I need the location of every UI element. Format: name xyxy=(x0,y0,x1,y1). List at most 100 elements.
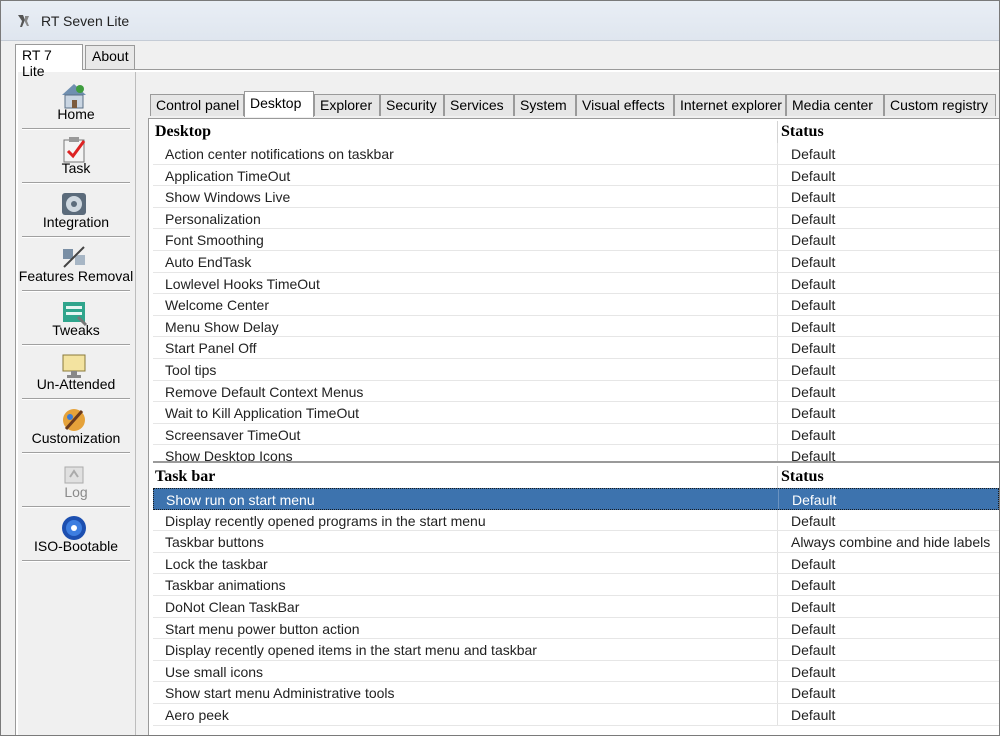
column-header-status[interactable]: Status xyxy=(781,123,824,141)
column-divider xyxy=(777,704,778,725)
column-header-name[interactable]: Task bar xyxy=(155,468,215,486)
sidebar-item-task[interactable]: Task xyxy=(18,130,134,184)
setting-name: Show Desktop Icons xyxy=(165,448,293,463)
sidebar-item-integration[interactable]: Integration xyxy=(18,184,134,238)
column-divider xyxy=(777,272,778,294)
table-row[interactable]: Font Smoothing Default xyxy=(153,229,999,251)
desktop-settings-grid[interactable]: Desktop Status Action center notificatio… xyxy=(153,121,999,463)
taskbar-settings-grid[interactable]: Task bar Status Show run on start menu De… xyxy=(153,466,999,735)
table-row[interactable]: Wait to Kill Application TimeOut Default xyxy=(153,402,999,424)
setting-name: Lock the taskbar xyxy=(165,555,268,572)
setting-status[interactable]: Default xyxy=(791,513,991,529)
setting-status[interactable]: Default xyxy=(791,577,991,593)
sidebar-item-home[interactable]: Home xyxy=(18,76,134,130)
tab-desktop[interactable]: Desktop xyxy=(244,91,314,117)
setting-status[interactable]: Default xyxy=(791,621,991,637)
sidebar-item-label: ISO-Bootable xyxy=(33,538,119,554)
setting-name: Aero peek xyxy=(165,707,229,723)
setting-name: Screensaver TimeOut xyxy=(165,426,301,443)
sidebar-item-unattended[interactable]: Un-Attended xyxy=(18,346,134,400)
setting-status[interactable]: Default xyxy=(791,599,991,615)
setting-status[interactable]: Default xyxy=(791,276,991,292)
setting-status[interactable]: Default xyxy=(791,362,991,378)
setting-status[interactable]: Default xyxy=(791,384,991,400)
setting-status[interactable]: Default xyxy=(791,427,991,443)
setting-status[interactable]: Default xyxy=(791,211,991,227)
table-row[interactable]: Start Panel Off Default xyxy=(153,337,999,359)
tab-system[interactable]: System xyxy=(514,94,576,116)
column-divider xyxy=(777,552,778,574)
sidebar-item-customization[interactable]: Customization xyxy=(18,400,134,454)
table-row[interactable]: Remove Default Context Menus Default xyxy=(153,380,999,403)
title-bar[interactable]: RT Seven Lite xyxy=(1,1,999,41)
column-divider[interactable] xyxy=(777,121,778,143)
sidebar-item-label: Customization xyxy=(31,430,121,446)
table-row[interactable]: Personalization Default xyxy=(153,207,999,230)
tab-visual-effects[interactable]: Visual effects xyxy=(576,94,674,116)
column-divider xyxy=(777,359,778,380)
sidebar-item-label: Home xyxy=(57,106,95,122)
tab-about[interactable]: About xyxy=(85,45,135,69)
sidebar: Home Task Integration Features Removal T… xyxy=(18,72,136,735)
setting-name: Lowlevel Hooks TimeOut xyxy=(165,275,320,292)
setting-status[interactable]: Default xyxy=(791,189,991,205)
column-header-status[interactable]: Status xyxy=(781,468,824,486)
setting-status[interactable]: Always combine and hide labels xyxy=(791,534,991,550)
table-row[interactable]: Menu Show Delay Default xyxy=(153,315,999,338)
table-row[interactable]: Screensaver TimeOut Default xyxy=(153,423,999,446)
sidebar-item-iso-bootable[interactable]: ISO-Bootable xyxy=(18,508,134,562)
setting-status[interactable]: Default xyxy=(791,556,991,572)
sidebar-item-features-removal[interactable]: Features Removal xyxy=(18,238,134,292)
table-row[interactable]: Auto EndTask Default xyxy=(153,251,999,273)
table-row[interactable]: Aero peek Default xyxy=(153,704,999,726)
column-divider[interactable] xyxy=(777,466,778,488)
tab-services[interactable]: Services xyxy=(444,94,514,116)
setting-status[interactable]: Default xyxy=(791,448,991,461)
table-row[interactable]: Show Desktop Icons Default xyxy=(153,445,999,463)
table-row[interactable]: Display recently opened programs in the … xyxy=(153,509,999,532)
sidebar-item-label: Integration xyxy=(42,214,110,230)
table-row[interactable]: Start menu power button action Default xyxy=(153,617,999,640)
sidebar-item-log[interactable]: Log xyxy=(18,454,134,508)
table-row[interactable]: Tool tips Default xyxy=(153,359,999,381)
tab-internet-explorer[interactable]: Internet explorer xyxy=(674,94,786,116)
setting-status[interactable]: Default xyxy=(791,297,991,313)
sidebar-item-tweaks[interactable]: Tweaks xyxy=(18,292,134,346)
setting-status[interactable]: Default xyxy=(791,707,991,723)
table-row[interactable]: Show Windows Live Default xyxy=(153,186,999,208)
table-row[interactable]: Welcome Center Default xyxy=(153,294,999,316)
setting-name: Display recently opened programs in the … xyxy=(165,512,486,529)
setting-status[interactable]: Default xyxy=(791,340,991,356)
table-row[interactable]: Display recently opened items in the sta… xyxy=(153,639,999,661)
sidebar-item-label: Tweaks xyxy=(52,322,100,338)
table-row[interactable]: Show start menu Administrative tools Defa… xyxy=(153,682,999,704)
table-row[interactable]: Action center notifications on taskbar De… xyxy=(153,143,999,165)
table-row[interactable]: Taskbar animations Default xyxy=(153,574,999,596)
tab-security[interactable]: Security xyxy=(380,94,444,116)
table-row[interactable]: Use small icons Default xyxy=(153,660,999,683)
table-row[interactable]: Lowlevel Hooks TimeOut Default xyxy=(153,272,999,295)
setting-status[interactable]: Default xyxy=(791,664,991,680)
tab-custom-registry[interactable]: Custom registry xyxy=(884,94,996,116)
table-row[interactable]: Taskbar buttons Always combine and hide l… xyxy=(153,531,999,553)
tab-rt7lite[interactable]: RT 7 Lite xyxy=(15,44,83,79)
column-header-name[interactable]: Desktop xyxy=(155,123,211,141)
setting-status[interactable]: Default xyxy=(791,254,991,270)
setting-status[interactable]: Default xyxy=(791,405,991,421)
table-row[interactable]: Show run on start menu Default xyxy=(153,488,999,510)
setting-status[interactable]: Default xyxy=(791,168,991,184)
setting-status[interactable]: Default xyxy=(792,492,992,508)
setting-status[interactable]: Default xyxy=(791,232,991,248)
tab-media-center[interactable]: Media center xyxy=(786,94,884,116)
setting-name: Application TimeOut xyxy=(165,167,291,184)
tab-explorer[interactable]: Explorer xyxy=(314,94,380,116)
table-row[interactable]: DoNot Clean TaskBar Default xyxy=(153,596,999,618)
setting-status[interactable]: Default xyxy=(791,146,991,162)
setting-status[interactable]: Default xyxy=(791,642,991,658)
setting-status[interactable]: Default xyxy=(791,685,991,701)
tab-control-panel[interactable]: Control panel xyxy=(150,94,244,116)
separator xyxy=(22,560,130,562)
setting-status[interactable]: Default xyxy=(791,319,991,335)
table-row[interactable]: Lock the taskbar Default xyxy=(153,552,999,575)
table-row[interactable]: Application TimeOut Default xyxy=(153,164,999,187)
